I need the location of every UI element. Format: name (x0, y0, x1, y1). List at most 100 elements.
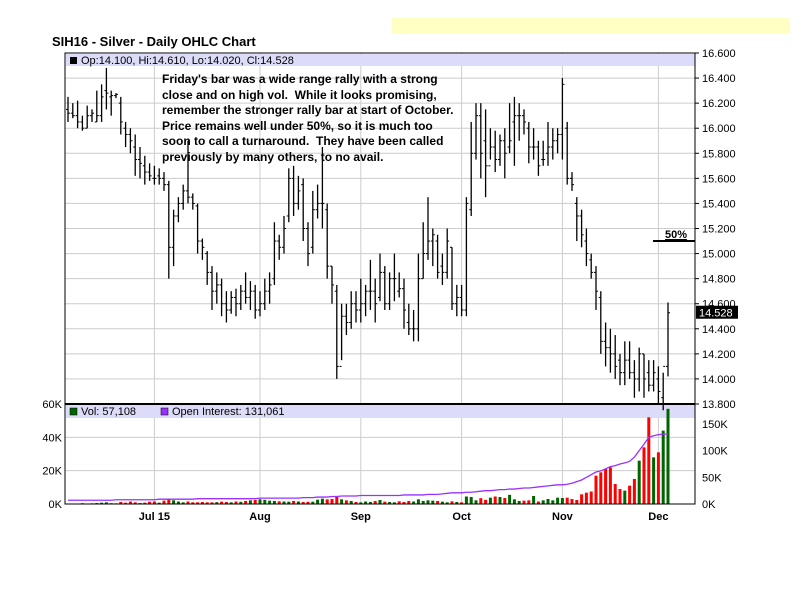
volume-bar (642, 447, 646, 504)
ohlc-bar (459, 284, 464, 317)
volume-bar (498, 497, 502, 504)
ohlc-bar (387, 272, 392, 310)
ohlc-bar (368, 259, 373, 310)
volume-bar (426, 500, 430, 504)
ohlc-bar (560, 78, 565, 160)
ohlc-bar (330, 265, 334, 304)
ohlc-bar (464, 197, 469, 317)
volume-tick-label: 40K (42, 432, 62, 444)
volume-bar (340, 499, 344, 504)
date-tick-label: Sep (351, 511, 371, 523)
ohlc-bar (152, 165, 157, 185)
ohlc-bar (651, 360, 656, 392)
volume-bar (416, 499, 420, 504)
volume-bar (248, 500, 252, 504)
ohlc-bar (296, 175, 301, 210)
ohlc-bar (176, 197, 181, 223)
ohlc-bar (378, 253, 382, 302)
volume-bar (637, 460, 641, 504)
volume-bar (647, 417, 651, 504)
ohlc-bar (469, 121, 474, 216)
ohlc-bar (339, 303, 344, 367)
volume-bar (584, 492, 588, 504)
volume-bar (320, 498, 324, 504)
volume-bar (493, 496, 497, 504)
ohlc-bar (219, 278, 224, 317)
volume-bar (253, 500, 257, 504)
oi-legend-text: Open Interest: 131,061 (172, 406, 285, 418)
price-tick-label: 16.400 (702, 73, 736, 85)
ohlc-bar (282, 215, 286, 254)
ohlc-bar (498, 134, 502, 166)
ohlc-bar (315, 184, 320, 219)
volume-bar (628, 485, 632, 504)
open-interest-line (68, 433, 669, 501)
ohlc-bar (512, 96, 517, 166)
ohlc-bar (363, 284, 368, 317)
volume-bar (330, 499, 334, 504)
volume-bar (551, 500, 555, 504)
ohlc-bar (488, 128, 493, 167)
ohlc-bar (358, 278, 363, 323)
ohlc-bar (238, 284, 243, 310)
volume-bar (546, 499, 550, 504)
price-tick-label: 16.600 (702, 48, 736, 60)
price-tick-label: 13.800 (702, 399, 736, 411)
date-tick-label: Aug (249, 511, 270, 523)
ohlc-bar (253, 284, 258, 319)
oi-tick-label: 150K (702, 419, 728, 431)
volume-bar (344, 500, 348, 504)
ohlc-bar (349, 291, 354, 329)
ohlc-bar (133, 134, 138, 176)
price-tick-label: 15.800 (702, 148, 736, 160)
ohlc-bar (171, 209, 176, 267)
date-tick-label: Oct (452, 511, 471, 523)
volume-bar (580, 494, 584, 504)
ohlc-bar (70, 103, 75, 119)
oi-tick-label: 0K (702, 499, 716, 511)
ohlc-bar (286, 168, 291, 223)
volume-tick-label: 20K (42, 466, 62, 478)
ohlc-bar (618, 353, 622, 386)
volume-bar (575, 500, 579, 504)
volume-bar (565, 497, 569, 504)
ohlc-bar (354, 291, 358, 323)
price-tick-label: 15.400 (702, 198, 736, 210)
ohlc-bar (90, 109, 94, 122)
ohlc-bar (642, 353, 646, 398)
volume-bar (484, 499, 488, 504)
volume-tick-label: 0K (49, 499, 63, 511)
ohlc-bar (229, 291, 234, 314)
price-tick-label: 15.000 (702, 249, 736, 261)
volume-bar (618, 489, 622, 504)
ohlc-bar (598, 291, 603, 354)
volume-bar (560, 498, 564, 504)
ohlc-bar (474, 103, 478, 160)
price-legend-swatch (70, 57, 77, 64)
ohlc-bar (536, 140, 541, 176)
volume-bar (316, 499, 320, 504)
ohlc-bar (478, 103, 483, 179)
ohlc-bar (325, 203, 330, 279)
ohlc-bar (128, 128, 133, 154)
ohlc-bar (181, 184, 186, 210)
ohlc-bar (589, 253, 594, 279)
volume-bar (325, 499, 329, 504)
ohlc-bar (291, 165, 296, 216)
volume-bar (474, 500, 478, 504)
ohlc-bar (493, 130, 498, 173)
ohlc-bar (555, 128, 560, 154)
ohlc-bar (248, 281, 253, 310)
ohlc-bar (397, 272, 402, 298)
price-tick-label: 15.600 (702, 173, 736, 185)
oi-tick-label: 100K (702, 446, 728, 458)
ohlc-bar (301, 178, 306, 242)
volume-bar (599, 472, 603, 504)
ohlc-bar (435, 234, 440, 279)
volume-bar (469, 497, 473, 504)
ohlc-bar (522, 109, 526, 135)
volume-bar (479, 498, 483, 504)
ohlc-bar (517, 103, 522, 141)
ohlc-bar (627, 341, 632, 379)
ohlc-bar (66, 96, 70, 122)
